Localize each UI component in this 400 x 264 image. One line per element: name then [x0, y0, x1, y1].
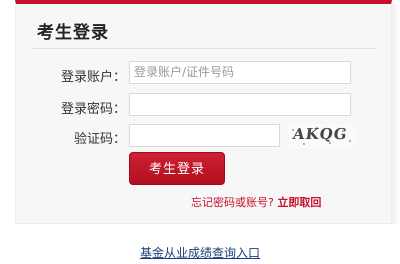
password-label: 登录密码: [60, 102, 113, 117]
account-colon: ：: [112, 70, 126, 85]
captcha-colon: ：: [112, 132, 126, 147]
score-query-link[interactable]: 基金从业成绩查询入口: [0, 244, 400, 261]
password-label-row: 登录密码：: [16, 98, 126, 117]
captcha-label: 验证码: [73, 132, 113, 147]
title-divider: [31, 48, 376, 49]
captcha-noise: [303, 143, 305, 145]
login-page: 考生登录 登录账户： 登录账户/证件号码 登录密码： 验证码： AKQG 考生登…: [0, 0, 400, 264]
password-input[interactable]: [129, 93, 351, 116]
panel-shadow: [392, 4, 400, 224]
captcha-image[interactable]: AKQG: [289, 124, 355, 148]
account-label: 登录账户: [60, 70, 113, 85]
forgot-row: 忘记密码或账号? 立即取回: [191, 194, 321, 210]
account-input[interactable]: 登录账户/证件号码: [129, 61, 351, 84]
password-colon: ：: [112, 102, 126, 117]
forgot-prompt: 忘记密码或账号?: [191, 196, 274, 209]
login-panel: 考生登录 登录账户： 登录账户/证件号码 登录密码： 验证码： AKQG 考生登…: [15, 0, 392, 224]
captcha-label-row: 验证码：: [16, 128, 126, 147]
account-placeholder: 登录账户/证件号码: [134, 65, 235, 79]
captcha-noise: [349, 140, 351, 142]
panel-title: 考生登录: [37, 23, 109, 43]
account-label-row: 登录账户：: [16, 66, 126, 85]
login-button[interactable]: 考生登录: [129, 152, 225, 185]
retrieve-now-link[interactable]: 立即取回: [277, 196, 321, 209]
captcha-code: AKQG: [291, 125, 349, 143]
captcha-input[interactable]: [129, 124, 280, 147]
